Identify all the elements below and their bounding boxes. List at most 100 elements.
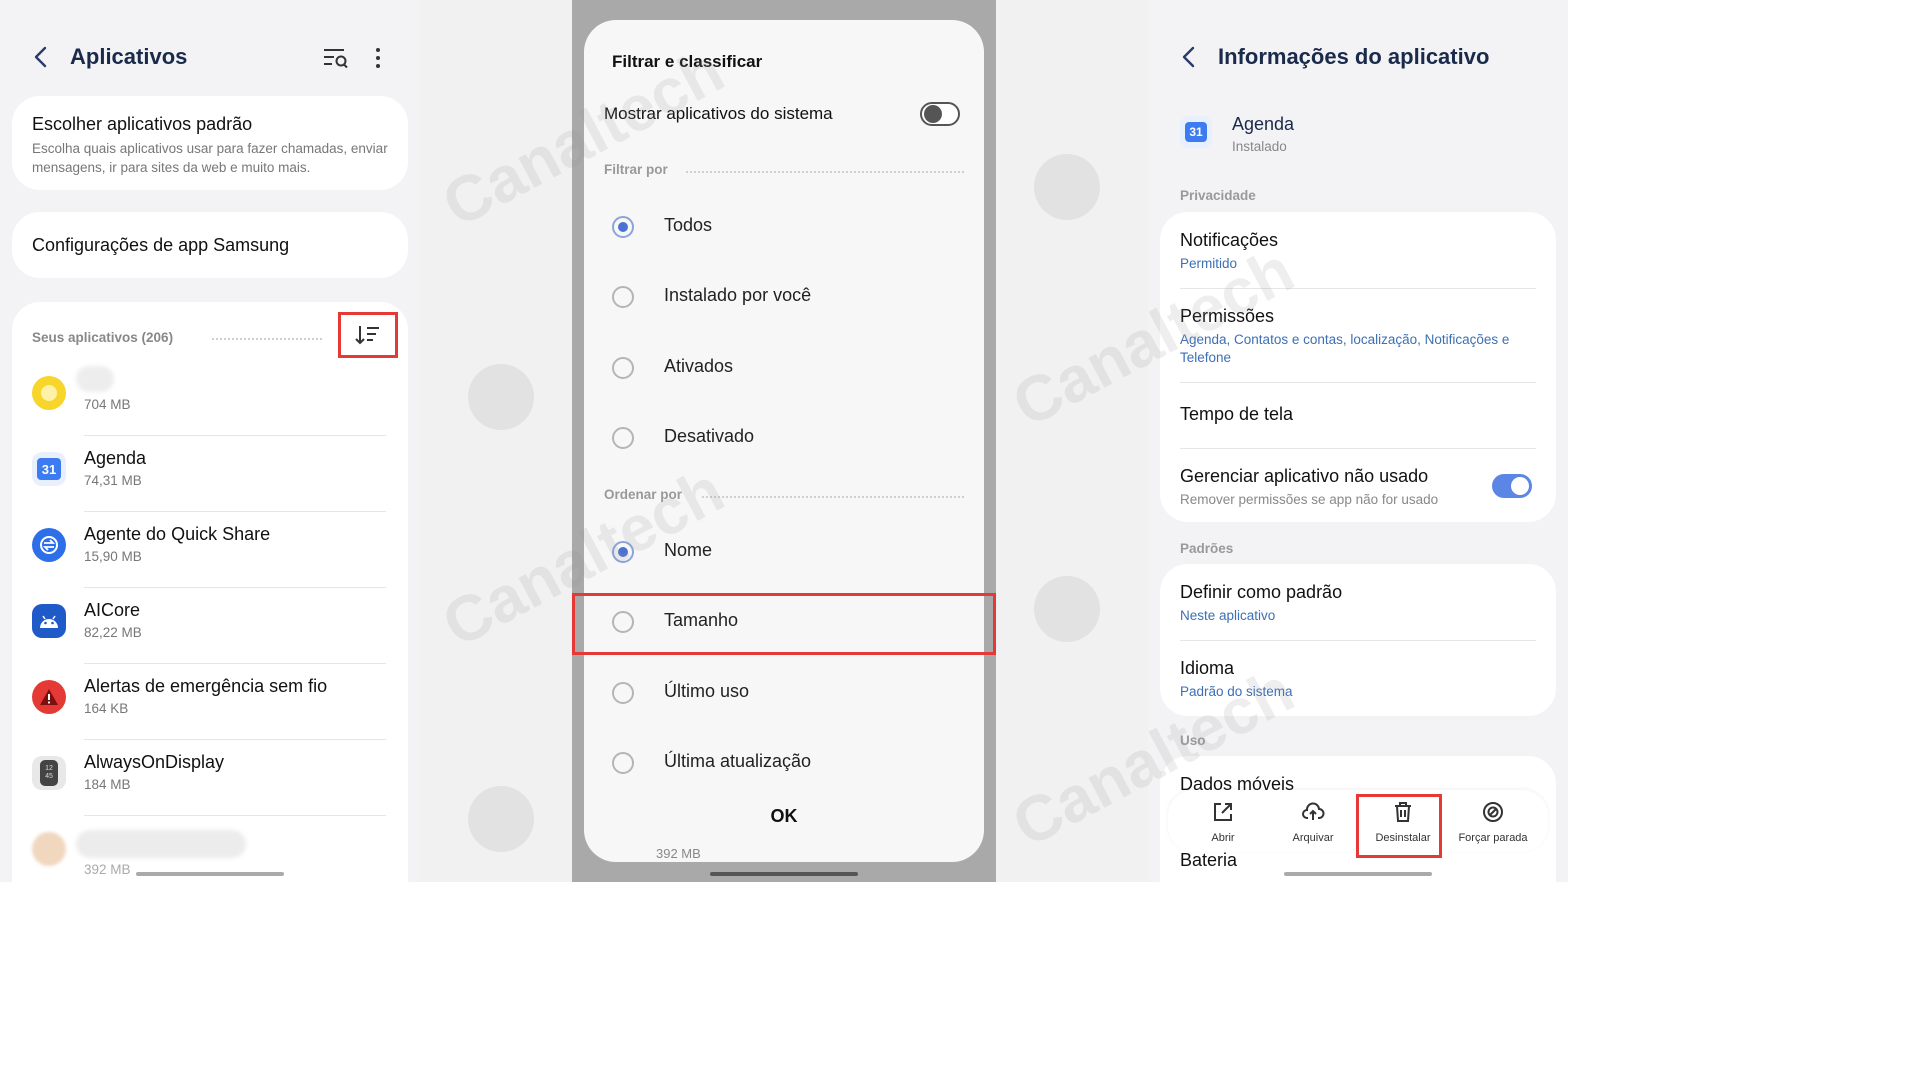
apps-count-label: Seus aplicativos (206)	[32, 330, 174, 345]
sort-section-header: Ordenar por	[604, 487, 964, 502]
ok-button[interactable]: OK	[584, 806, 984, 827]
sort-option-last-update[interactable]: Última atualização	[584, 728, 984, 798]
system-apps-row[interactable]: Mostrar aplicativos do sistema	[604, 100, 960, 128]
action-bar: Abrir Arquivar Desinstalar Forçar parada	[1168, 790, 1548, 858]
watermark-logo-icon	[468, 786, 534, 852]
sort-option-name[interactable]: Nome	[584, 517, 984, 587]
app-size: 164 KB	[84, 701, 129, 716]
filter-option-installed[interactable]: Instalado por você	[584, 262, 984, 332]
set-default-item[interactable]: Definir como padrão Neste aplicativo	[1180, 582, 1536, 625]
home-indicator	[136, 872, 284, 876]
filter-option-disabled[interactable]: Desativado	[584, 403, 984, 473]
force-stop-icon	[1483, 802, 1503, 822]
clock-display-icon: 12 45	[32, 756, 66, 790]
language-title: Idioma	[1180, 658, 1235, 678]
app-row[interactable]: Agente do Quick Share 15,90 MB	[12, 512, 408, 588]
radio-button[interactable]	[612, 357, 634, 379]
screen-time-item[interactable]: Tempo de tela	[1180, 404, 1536, 425]
filter-sort-dialog: Filtrar e classificar Mostrar aplicativo…	[572, 20, 996, 862]
system-apps-label: Mostrar aplicativos do sistema	[604, 104, 833, 123]
filter-option-label: Ativados	[664, 356, 734, 376]
defaults-section-label: Padrões	[1180, 541, 1234, 556]
filter-option-todos[interactable]: Todos	[584, 192, 984, 262]
system-apps-toggle[interactable]	[920, 102, 960, 126]
sort-option-label: Nome	[664, 540, 713, 560]
archive-button[interactable]: Arquivar	[1268, 790, 1358, 852]
radio-button[interactable]	[612, 541, 634, 563]
app-name: AICore	[84, 600, 141, 620]
radio-button[interactable]	[612, 682, 634, 704]
unused-app-toggle[interactable]	[1492, 474, 1532, 498]
back-arrow-icon[interactable]	[1178, 42, 1200, 72]
notifications-item[interactable]: Notificações Permitido	[1180, 230, 1536, 273]
blurred-app-icon	[32, 832, 66, 866]
default-apps-title: Escolher aplicativos padrão	[32, 114, 253, 134]
sort-option-last-used[interactable]: Último uso	[584, 658, 984, 728]
sort-button[interactable]	[338, 312, 398, 358]
app-name: AlwaysOnDisplay	[84, 752, 225, 772]
sort-label: Ordenar por	[604, 487, 683, 502]
quick-share-icon	[32, 528, 66, 562]
notifications-sub: Permitido	[1180, 256, 1238, 271]
force-stop-label: Forçar parada	[1458, 832, 1528, 844]
open-label: Abrir	[1211, 832, 1235, 844]
app-row[interactable]: AICore 82,22 MB	[12, 588, 408, 664]
default-apps-card[interactable]: Escolher aplicativos padrão Escolha quai…	[12, 96, 408, 190]
filter-option-label: Todos	[664, 215, 713, 235]
app-row[interactable]: 31 Agenda 74,31 MB	[12, 436, 408, 512]
open-button[interactable]: Abrir	[1178, 790, 1268, 852]
filter-option-label: Instalado por você	[664, 285, 812, 305]
warning-icon	[32, 680, 66, 714]
filter-option-enabled[interactable]: Ativados	[584, 333, 984, 403]
highlight-box	[572, 593, 996, 655]
radio-button[interactable]	[612, 286, 634, 308]
radio-button[interactable]	[612, 216, 634, 238]
app-size: 704 MB	[84, 397, 131, 412]
search-list-icon[interactable]	[322, 46, 350, 70]
samsung-settings-label: Configurações de app Samsung	[32, 235, 290, 255]
app-row[interactable]: 12 45 AlwaysOnDisplay 184 MB	[12, 740, 408, 816]
app-size: 15,90 MB	[84, 549, 142, 564]
apps-section-header: Seus aplicativos (206)	[32, 330, 388, 350]
background-gap	[420, 0, 572, 882]
sort-icon	[355, 326, 379, 345]
section-divider	[212, 338, 322, 340]
app-size: 184 MB	[84, 777, 131, 792]
blurred-app-name	[76, 366, 114, 392]
back-arrow-icon[interactable]	[30, 42, 52, 72]
permissions-item[interactable]: Permissões Agenda, Contatos e contas, lo…	[1180, 306, 1526, 367]
sort-option-label: Última atualização	[664, 751, 812, 771]
notifications-title: Notificações	[1180, 230, 1279, 250]
background-app-size: 392 MB	[656, 846, 701, 861]
page-title: Informações do aplicativo	[1218, 44, 1490, 69]
calendar-icon: 31	[1180, 116, 1212, 148]
app-name: Agenda	[1232, 114, 1295, 134]
unused-app-item[interactable]: Gerenciar aplicativo não usado Remover p…	[1180, 466, 1476, 509]
app-name: Alertas de emergência sem fio	[84, 676, 328, 696]
apps-list-screen: Aplicativos Escolher aplicativos padrão …	[0, 0, 420, 882]
filter-label: Filtrar por	[604, 162, 668, 177]
set-default-sub: Neste aplicativo	[1180, 608, 1276, 623]
home-indicator	[710, 872, 858, 876]
yellow-circle-icon	[32, 376, 66, 410]
blurred-app-name	[76, 830, 246, 858]
force-stop-button[interactable]: Forçar parada	[1448, 790, 1538, 852]
app-name: Agenda	[84, 448, 147, 468]
open-external-icon	[1214, 803, 1232, 821]
watermark-logo-icon	[1034, 576, 1100, 642]
radio-button[interactable]	[612, 752, 634, 774]
language-item[interactable]: Idioma Padrão do sistema	[1180, 658, 1536, 701]
more-options-icon[interactable]	[370, 46, 386, 70]
watermark-logo-icon	[1034, 154, 1100, 220]
cloud-upload-icon	[1302, 802, 1325, 820]
permissions-sub: Agenda, Contatos e contas, localização, …	[1180, 332, 1510, 365]
sort-option-label: Último uso	[664, 681, 750, 701]
filter-sort-screen: Filtrar e classificar Mostrar aplicativo…	[572, 0, 996, 882]
radio-button[interactable]	[612, 427, 634, 449]
app-row[interactable]: Alertas de emergência sem fio 164 KB	[12, 664, 408, 740]
app-row[interactable]: 704 MB	[12, 360, 408, 436]
usage-section-label: Uso	[1180, 733, 1206, 748]
home-indicator	[1284, 872, 1432, 876]
samsung-settings-card[interactable]: Configurações de app Samsung	[12, 212, 408, 278]
app-name: Agente do Quick Share	[84, 524, 271, 544]
